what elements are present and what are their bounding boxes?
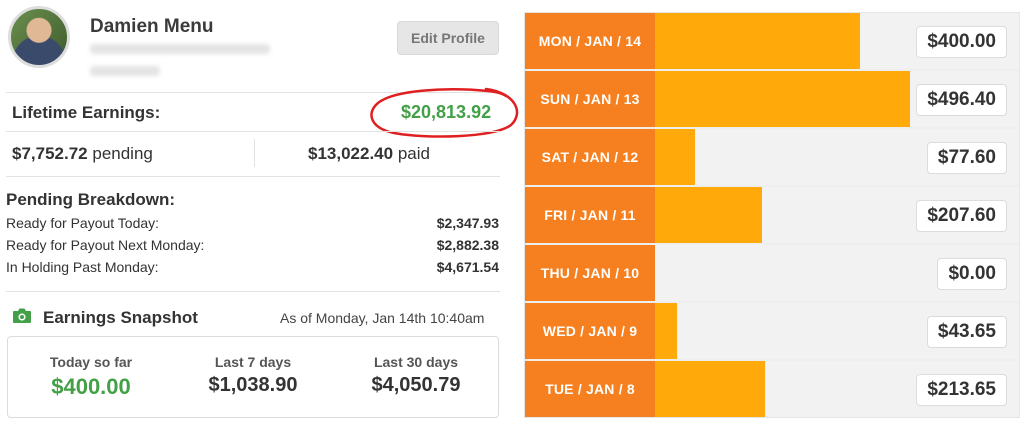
camera-icon	[13, 308, 31, 323]
breakdown-row: Ready for Payout Today: $2,347.93	[6, 215, 499, 231]
divider	[6, 176, 500, 177]
day-label: SUN / JAN / 13	[525, 71, 655, 127]
daily-earnings-row[interactable]: MON / JAN / 14 $400.00	[525, 13, 1019, 69]
avatar[interactable]	[8, 6, 70, 68]
snapshot-value: $400.00	[51, 374, 131, 399]
pending-suffix: pending	[87, 144, 153, 163]
day-earnings-bar	[655, 361, 765, 417]
day-earnings-bar	[655, 187, 762, 243]
day-amount: $496.40	[916, 84, 1007, 116]
divider	[254, 139, 255, 167]
daily-earnings-row[interactable]: TUE / JAN / 8 $213.65	[525, 361, 1019, 417]
day-amount: $43.65	[926, 316, 1007, 348]
day-label: MON / JAN / 14	[525, 13, 655, 69]
snapshot-30days: Last 30 days $4,050.79	[341, 354, 491, 397]
day-amount: $0.00	[937, 258, 1007, 290]
profile-name: Damien Menu	[90, 16, 214, 37]
breakdown-row: In Holding Past Monday: $4,671.54	[6, 259, 499, 275]
day-label: WED / JAN / 9	[525, 303, 655, 359]
earnings-summary-panel: Damien Menu Edit Profile Lifetime Earnin…	[0, 0, 519, 426]
daily-earnings-row[interactable]: WED / JAN / 9 $43.65	[525, 303, 1019, 359]
paid-amount: $13,022.40	[308, 144, 394, 163]
breakdown-value: $2,347.93	[436, 215, 499, 231]
day-label: THU / JAN / 10	[525, 245, 655, 301]
snapshot-card: Today so far $400.00 Last 7 days $1,038.…	[7, 336, 499, 418]
daily-earnings-panel: MON / JAN / 14 $400.00 SUN / JAN / 13 $496.…	[524, 12, 1020, 418]
breakdown-value: $2,882.38	[436, 237, 499, 253]
breakdown-label: Ready for Payout Next Monday:	[6, 237, 205, 253]
paid-total: $13,022.40 paid	[308, 144, 430, 164]
snapshot-label: Last 30 days	[373, 354, 459, 370]
divider	[6, 131, 500, 132]
breakdown-label: In Holding Past Monday:	[6, 259, 159, 275]
snapshot-today: Today so far $400.00	[16, 354, 166, 400]
day-label: FRI / JAN / 11	[525, 187, 655, 243]
day-earnings-bar	[655, 71, 910, 127]
snapshot-value: $4,050.79	[371, 374, 461, 396]
earnings-snapshot-title: Earnings Snapshot	[43, 308, 198, 327]
daily-earnings-row[interactable]: THU / JAN / 10 $0.00	[525, 245, 1019, 301]
breakdown-label: Ready for Payout Today:	[6, 215, 160, 231]
day-label: SAT / JAN / 12	[525, 129, 655, 185]
daily-earnings-row[interactable]: SUN / JAN / 13 $496.40	[525, 71, 1019, 127]
snapshot-label: Last 7 days	[214, 354, 292, 370]
day-amount: $77.60	[926, 142, 1007, 174]
snapshot-value: $1,038.90	[208, 374, 298, 396]
pending-amount: $7,752.72	[12, 144, 88, 163]
redacted-detail	[90, 66, 160, 76]
redacted-email	[90, 44, 270, 54]
paid-suffix: paid	[393, 144, 430, 163]
pending-breakdown-title: Pending Breakdown:	[6, 190, 176, 209]
day-label: TUE / JAN / 8	[525, 361, 655, 417]
snapshot-label: Today so far	[49, 354, 133, 370]
day-earnings-bar	[655, 13, 860, 69]
snapshot-7days: Last 7 days $1,038.90	[178, 354, 328, 397]
daily-earnings-row[interactable]: SAT / JAN / 12 $77.60	[525, 129, 1019, 185]
day-amount: $213.65	[916, 374, 1007, 406]
day-earnings-bar	[655, 303, 677, 359]
day-amount: $400.00	[916, 26, 1007, 58]
breakdown-row: Ready for Payout Next Monday: $2,882.38	[6, 237, 499, 253]
pending-total: $7,752.72 pending	[12, 144, 153, 164]
snapshot-timestamp: As of Monday, Jan 14th 10:40am	[280, 310, 485, 326]
divider	[6, 291, 500, 292]
breakdown-value: $4,671.54	[436, 259, 499, 275]
day-earnings-bar	[655, 129, 695, 185]
lifetime-earnings-label: Lifetime Earnings:	[12, 103, 161, 122]
daily-earnings-row[interactable]: FRI / JAN / 11 $207.60	[525, 187, 1019, 243]
edit-profile-button[interactable]: Edit Profile	[397, 21, 499, 55]
day-amount: $207.60	[916, 200, 1007, 232]
